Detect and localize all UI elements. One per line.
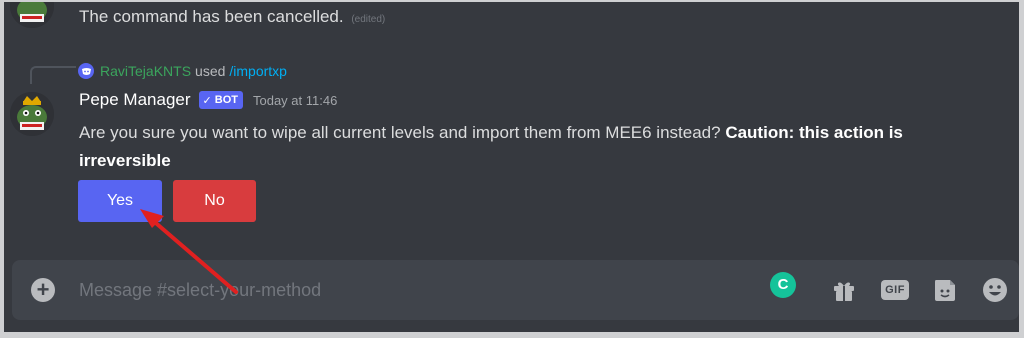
message-header: Pepe Manager ✓ BOT Today at 11:46	[79, 90, 337, 110]
message-input[interactable]: Message #select-your-method	[79, 280, 321, 301]
emoji-icon[interactable]	[980, 276, 1010, 304]
previous-message-text: The command has been cancelled.	[79, 7, 344, 26]
sticker-icon[interactable]	[930, 276, 960, 304]
reply-used-label: used	[195, 63, 226, 79]
chat-window: The command has been cancelled. (edited)…	[4, 2, 1019, 332]
reply-command[interactable]: /importxp	[229, 63, 287, 79]
gif-icon[interactable]: GIF	[880, 276, 910, 304]
verified-check-icon: ✓	[202, 94, 212, 107]
bot-tag: ✓ BOT	[198, 91, 243, 109]
previous-avatar[interactable]	[10, 2, 54, 28]
discord-logo-icon	[78, 63, 94, 79]
gift-icon[interactable]	[829, 276, 859, 304]
plus-circle-icon[interactable]: +	[31, 278, 55, 302]
pepe-king-avatar-icon	[10, 92, 54, 136]
yes-button[interactable]: Yes	[78, 180, 162, 222]
gif-label: GIF	[881, 280, 909, 300]
message-composer[interactable]: + Message #select-your-method C GIF	[12, 260, 1019, 320]
reply-connector	[30, 66, 76, 84]
no-button[interactable]: No	[173, 180, 256, 222]
grammarly-icon[interactable]: C	[770, 272, 796, 298]
previous-message: The command has been cancelled. (edited)	[79, 7, 385, 27]
reply-reference[interactable]: RaviTejaKNTS used /importxp	[78, 60, 287, 82]
bot-username[interactable]: Pepe Manager	[79, 90, 191, 110]
message-body: Are you sure you want to wipe all curren…	[79, 119, 979, 175]
message-timestamp: Today at 11:46	[252, 92, 338, 108]
bot-tag-label: BOT	[214, 94, 238, 106]
pepe-avatar-icon	[10, 2, 54, 28]
message-text: Are you sure you want to wipe all curren…	[79, 123, 721, 142]
edited-label: (edited)	[351, 14, 386, 25]
reply-username[interactable]: RaviTejaKNTS	[100, 63, 191, 79]
bot-avatar[interactable]	[10, 92, 54, 136]
